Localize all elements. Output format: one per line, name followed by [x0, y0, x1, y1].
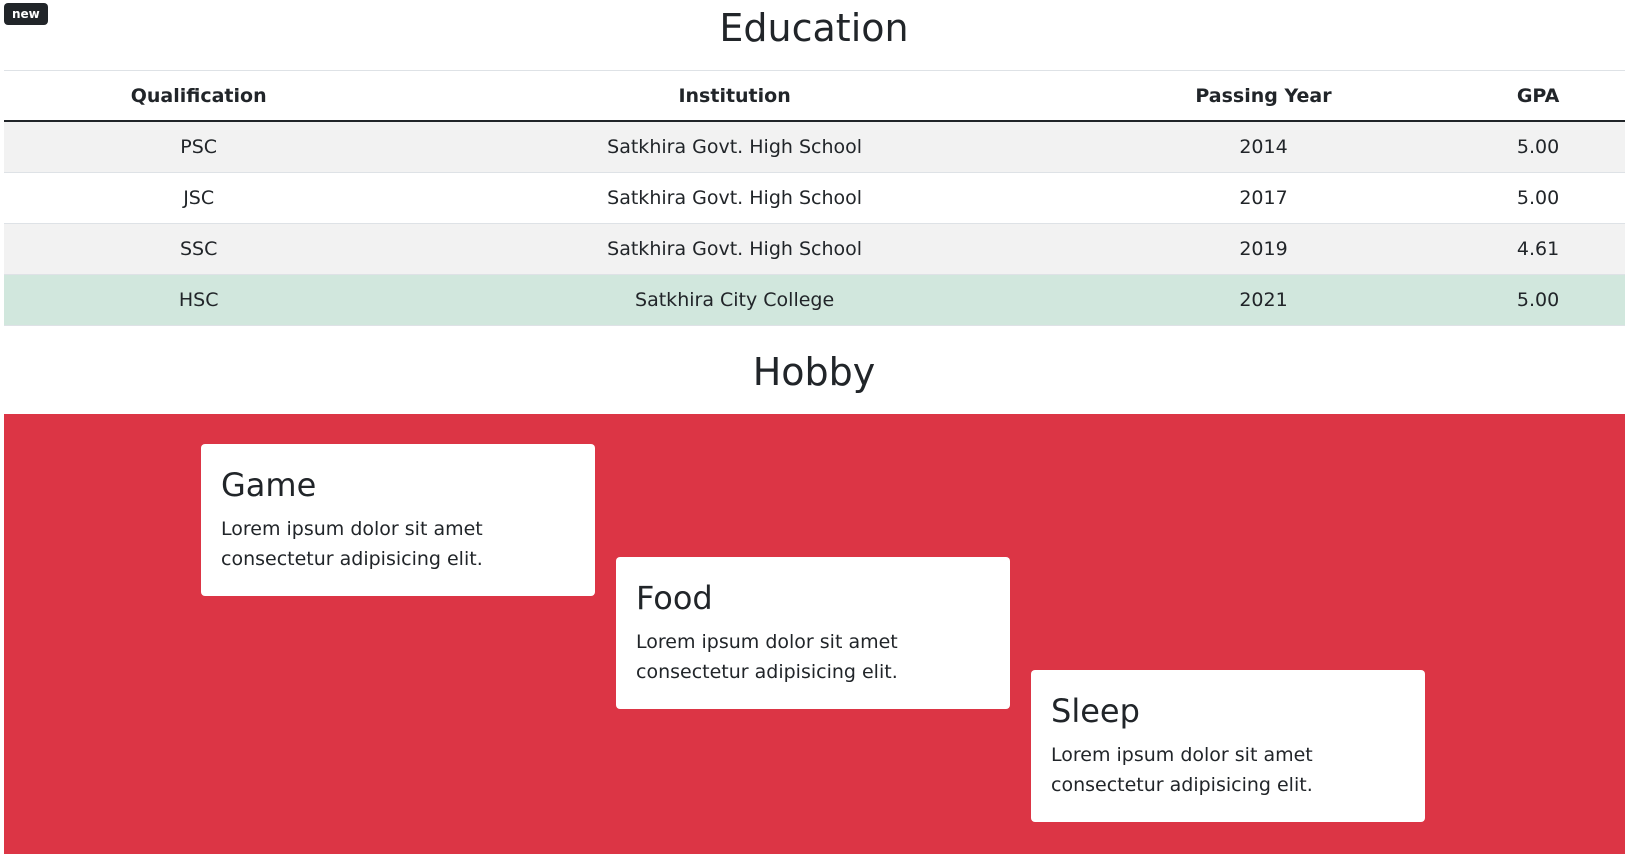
page: new Education Qualification Institution … — [0, 0, 1628, 857]
table-header-row: Qualification Institution Passing Year G… — [4, 70, 1625, 122]
card-text: Lorem ipsum dolor sit amet consectetur a… — [221, 518, 483, 571]
header-passing-year: Passing Year — [1075, 70, 1452, 122]
cell-institution: Satkhira Govt. High School — [393, 172, 1076, 224]
cell-gpa: 5.00 — [1451, 274, 1625, 326]
education-title: Education — [719, 6, 909, 50]
cell-year: 2021 — [1075, 274, 1452, 326]
table-row: PSC Satkhira Govt. High School 2014 5.00 — [4, 120, 1625, 173]
hobby-card-game: Game Lorem ipsum dolor sit amet consecte… — [201, 444, 595, 596]
education-table: Qualification Institution Passing Year G… — [4, 70, 1625, 326]
cell-gpa: 5.00 — [1451, 172, 1625, 224]
card-text: Lorem ipsum dolor sit amet consectetur a… — [636, 631, 898, 684]
cell-gpa: 4.61 — [1451, 223, 1625, 275]
cell-institution: Satkhira City College — [393, 274, 1076, 326]
hobby-section: Game Lorem ipsum dolor sit amet consecte… — [4, 414, 1625, 854]
cell-institution: Satkhira Govt. High School — [393, 223, 1076, 275]
cell-year: 2019 — [1075, 223, 1452, 275]
header-institution: Institution — [393, 70, 1076, 122]
table-row: SSC Satkhira Govt. High School 2019 4.61 — [4, 223, 1625, 275]
header-qualification: Qualification — [4, 70, 394, 122]
cell-qualification: SSC — [4, 223, 394, 275]
card-title: Sleep — [1051, 692, 1140, 730]
table-row: JSC Satkhira Govt. High School 2017 5.00 — [4, 172, 1625, 224]
header-gpa: GPA — [1451, 70, 1625, 122]
cell-year: 2017 — [1075, 172, 1452, 224]
cell-institution: Satkhira Govt. High School — [393, 120, 1076, 173]
cell-qualification: JSC — [4, 172, 394, 224]
table-row-highlighted: HSC Satkhira City College 2021 5.00 — [4, 274, 1625, 326]
card-title: Food — [636, 579, 713, 617]
hobby-title: Hobby — [752, 350, 876, 394]
card-text: Lorem ipsum dolor sit amet consectetur a… — [1051, 744, 1313, 797]
hobby-card-sleep: Sleep Lorem ipsum dolor sit amet consect… — [1031, 670, 1425, 822]
cell-qualification: PSC — [4, 120, 394, 173]
cell-gpa: 5.00 — [1451, 120, 1625, 173]
cell-year: 2014 — [1075, 120, 1452, 173]
hobby-card-food: Food Lorem ipsum dolor sit amet consecte… — [616, 557, 1010, 709]
card-title: Game — [221, 466, 317, 504]
cell-qualification: HSC — [4, 274, 394, 326]
